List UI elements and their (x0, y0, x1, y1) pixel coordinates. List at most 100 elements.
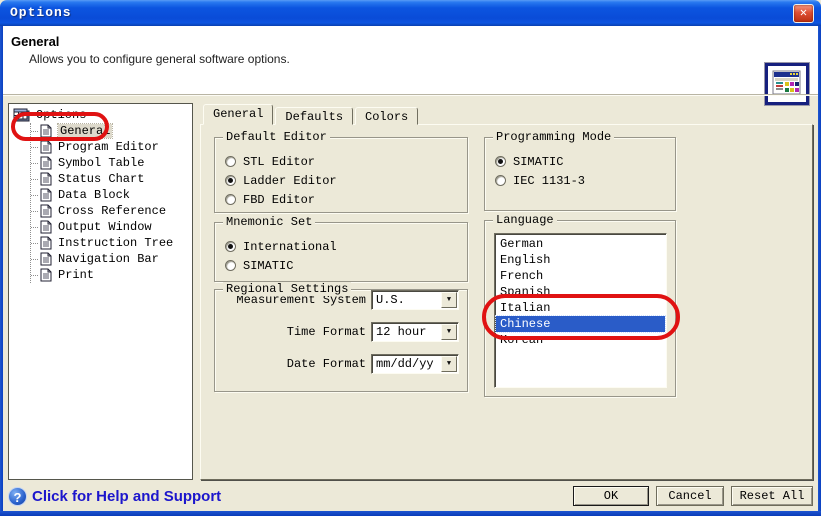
field-date-format: Date Format mm/dd/yy ▼ (215, 354, 459, 374)
tree-item-data-block[interactable]: Data Block (31, 187, 190, 203)
ok-button[interactable]: OK (573, 486, 649, 506)
tree-item-symbol-table[interactable]: Symbol Table (31, 155, 190, 171)
group-regional-settings: Regional Settings Measurement System U.S… (214, 289, 468, 392)
date-format-combobox[interactable]: mm/dd/yy ▼ (371, 354, 459, 374)
options-dialog: Options ✕ General Allows you to configur… (0, 0, 821, 516)
radio-label: SIMATIC (243, 259, 293, 273)
list-item-italian[interactable]: Italian (496, 300, 665, 316)
options-window-icon (772, 69, 802, 97)
language-listbox[interactable]: German English French Spanish Italian Ch… (494, 233, 667, 388)
radio-label: SIMATIC (513, 155, 563, 169)
list-item-french[interactable]: French (496, 268, 665, 284)
help-icon[interactable]: ? (8, 487, 27, 506)
field-time-format: Time Format 12 hour ▼ (215, 322, 459, 342)
close-button[interactable]: ✕ (793, 4, 814, 23)
radio-simatic[interactable]: SIMATIC (495, 152, 675, 171)
document-icon (40, 236, 52, 250)
radio-label: International (243, 240, 337, 254)
page-description: Allows you to configure general software… (29, 52, 290, 66)
document-icon (40, 252, 52, 266)
tree-item-label: Navigation Bar (58, 252, 159, 266)
radio-icon (495, 156, 506, 167)
chevron-down-icon[interactable]: ▼ (441, 324, 457, 340)
tree-item-label: General (58, 124, 112, 138)
radio-icon (225, 260, 236, 271)
tree-item-label: Symbol Table (58, 156, 144, 170)
reset-all-button[interactable]: Reset All (731, 486, 813, 506)
group-language: Language German English French Spanish I… (484, 220, 676, 397)
radio-icon (225, 194, 236, 205)
document-icon (40, 204, 52, 218)
tree-item-label: Program Editor (58, 140, 159, 154)
tree-item-general[interactable]: General (31, 123, 190, 139)
tab-general[interactable]: General (203, 104, 273, 125)
list-item-spanish[interactable]: Spanish (496, 284, 665, 300)
window-border-bottom (0, 511, 821, 516)
tab-label: Defaults (285, 110, 343, 124)
radio-international[interactable]: International (225, 237, 467, 256)
tree-item-label: Status Chart (58, 172, 144, 186)
window-border-left (0, 26, 3, 516)
options-preview-iconbox (764, 62, 810, 106)
group-label: Programming Mode (493, 130, 614, 144)
tree-item-program-editor[interactable]: Program Editor (31, 139, 190, 155)
radio-label: FBD Editor (243, 193, 315, 207)
tab-colors[interactable]: Colors (355, 107, 418, 125)
document-icon (40, 156, 52, 170)
close-icon: ✕ (800, 6, 807, 20)
question-mark-glyph: ? (14, 490, 22, 505)
tree-item-navigation-bar[interactable]: Navigation Bar (31, 251, 190, 267)
help-link[interactable]: Click for Help and Support (32, 488, 221, 505)
radio-iec-1131-3[interactable]: IEC 1131-3 (495, 171, 675, 190)
tree-item-print[interactable]: Print (31, 267, 190, 283)
measurement-system-combobox[interactable]: U.S. ▼ (371, 290, 459, 310)
tab-label: General (213, 107, 263, 121)
radio-fbd-editor[interactable]: FBD Editor (225, 190, 467, 209)
list-item-german[interactable]: German (496, 236, 665, 252)
chevron-down-icon[interactable]: ▼ (441, 292, 457, 308)
radio-icon (495, 175, 506, 186)
combobox-value: mm/dd/yy (372, 356, 440, 372)
combobox-value: 12 hour (372, 324, 440, 340)
tree-item-instruction-tree[interactable]: Instruction Tree (31, 235, 190, 251)
group-default-editor: Default Editor STL Editor Ladder Editor … (214, 137, 468, 213)
field-label: Date Format (287, 357, 366, 371)
tree-item-cross-reference[interactable]: Cross Reference (31, 203, 190, 219)
radio-ladder-editor[interactable]: Ladder Editor (225, 171, 467, 190)
radio-icon (225, 175, 236, 186)
chevron-down-icon[interactable]: ▼ (441, 356, 457, 372)
tree-item-status-chart[interactable]: Status Chart (31, 171, 190, 187)
document-icon (40, 124, 52, 138)
field-label: Time Format (287, 325, 366, 339)
tab-defaults[interactable]: Defaults (275, 107, 353, 125)
tab-label: Colors (365, 110, 408, 124)
header-banner: General Allows you to configure general … (3, 26, 818, 94)
list-item-chinese[interactable]: Chinese (496, 316, 665, 332)
group-programming-mode: Programming Mode SIMATIC IEC 1131-3 (484, 137, 676, 211)
list-item-korean[interactable]: Korean (496, 332, 665, 348)
group-label: Regional Settings (223, 282, 351, 296)
tab-page-general: Default Editor STL Editor Ladder Editor … (200, 124, 813, 480)
document-icon (40, 268, 52, 282)
tree-item-output-window[interactable]: Output Window (31, 219, 190, 235)
document-icon (40, 220, 52, 234)
cancel-button[interactable]: Cancel (656, 486, 724, 506)
list-item-english[interactable]: English (496, 252, 665, 268)
title-bar: Options ✕ (0, 0, 821, 26)
tree-item-label: Print (58, 268, 94, 282)
document-icon (40, 172, 52, 186)
options-tree-panel: Options General Program Editor Symbol Ta… (8, 103, 193, 480)
tree-item-label: Instruction Tree (58, 236, 173, 250)
radio-mnemonic-simatic[interactable]: SIMATIC (225, 256, 467, 275)
tree-children: General Program Editor Symbol Table Stat… (30, 123, 190, 283)
tree-root-options[interactable]: Options (13, 107, 190, 123)
group-mnemonic-set: Mnemonic Set International SIMATIC (214, 222, 468, 282)
window-title: Options (10, 5, 72, 20)
time-format-combobox[interactable]: 12 hour ▼ (371, 322, 459, 342)
radio-stl-editor[interactable]: STL Editor (225, 152, 467, 171)
radio-label: STL Editor (243, 155, 315, 169)
document-icon (40, 140, 52, 154)
page-title: General (11, 34, 59, 49)
combobox-value: U.S. (372, 292, 440, 308)
tab-strip: General Defaults Colors (203, 104, 420, 125)
